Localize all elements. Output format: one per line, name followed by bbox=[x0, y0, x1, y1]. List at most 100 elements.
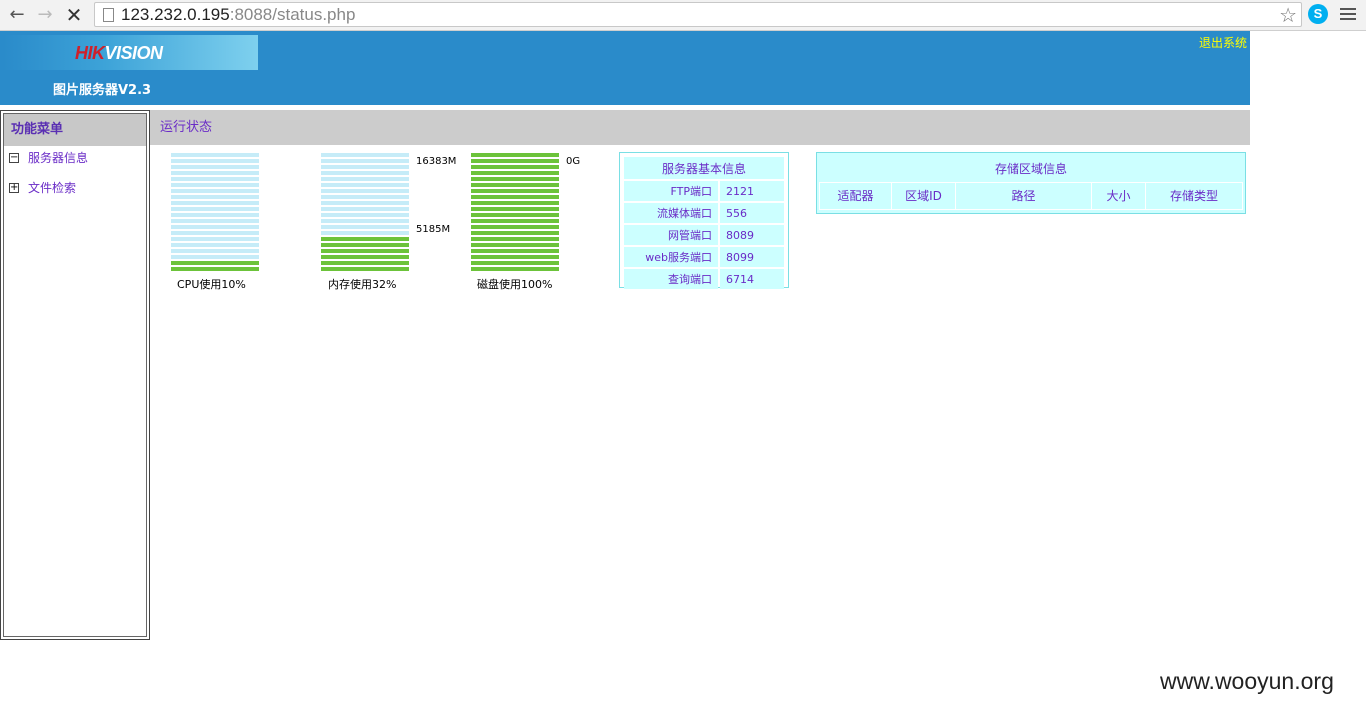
gauge-segment bbox=[171, 243, 259, 247]
table-row: 流媒体端口 556 bbox=[624, 203, 784, 223]
table-row: web服务端口 8099 bbox=[624, 247, 784, 267]
info-value: 556 bbox=[720, 203, 784, 223]
gauge-segment bbox=[171, 231, 259, 235]
gauge-segment bbox=[471, 249, 559, 253]
browser-toolbar: ← → ✕ 123.232.0.195:8088/status.php ☆ S bbox=[0, 0, 1366, 31]
gauge-segment bbox=[471, 195, 559, 199]
gauge-segment bbox=[321, 165, 409, 169]
gauge-segment bbox=[171, 189, 259, 193]
gauge-segment bbox=[471, 177, 559, 181]
table-row: 网管端口 8089 bbox=[624, 225, 784, 245]
logo-text-hik: HIK bbox=[75, 43, 105, 63]
gauge-segment bbox=[171, 183, 259, 187]
sidebar-panel: 功能菜单 − 服务器信息 + 文件检索 bbox=[3, 113, 147, 637]
sidebar: 功能菜单 − 服务器信息 + 文件检索 bbox=[0, 110, 150, 640]
gauge-segment bbox=[171, 237, 259, 241]
cpu-usage-gauge bbox=[171, 153, 259, 271]
gauge-segment bbox=[321, 225, 409, 229]
info-value: 6714 bbox=[720, 269, 784, 289]
gauge-segment bbox=[321, 213, 409, 217]
sidebar-item-file-search[interactable]: + 文件检索 bbox=[4, 179, 146, 209]
sidebar-item-server-info[interactable]: − 服务器信息 bbox=[4, 149, 146, 179]
memory-used-value: 5185M bbox=[416, 224, 451, 235]
gauge-segment bbox=[321, 255, 409, 259]
info-value: 8099 bbox=[720, 247, 784, 267]
logout-link[interactable]: 退出系统 bbox=[1199, 34, 1247, 51]
page-header: HIKVISION 图片服务器V2.3 退出系统 bbox=[0, 31, 1250, 105]
stop-icon[interactable]: ✕ bbox=[63, 4, 85, 26]
server-info-table: 服务器基本信息 FTP端口 2121 流媒体端口 556 网管端口 8089 web服… bbox=[619, 152, 789, 289]
cpu-usage-label: CPU使用10% bbox=[177, 278, 246, 291]
info-value: 8089 bbox=[720, 225, 784, 245]
memory-usage-gauge bbox=[321, 153, 409, 271]
gauge-segment bbox=[471, 171, 559, 175]
logo-text-rest: VISION bbox=[104, 43, 164, 63]
gauge-segment bbox=[171, 195, 259, 199]
disk-usage-label: 磁盘使用100% bbox=[477, 278, 553, 291]
gauge-segment bbox=[471, 201, 559, 205]
column-header-storage-type: 存储类型 bbox=[1145, 181, 1243, 210]
gauge-segment bbox=[171, 165, 259, 169]
app-title: 图片服务器V2.3 bbox=[53, 83, 152, 98]
storage-info-table: 存储区域信息 适配器 区域ID 路径 大小 存储类型 bbox=[816, 152, 1246, 214]
page-icon bbox=[103, 8, 114, 22]
gauge-segment bbox=[321, 171, 409, 175]
column-header-adapter: 适配器 bbox=[819, 181, 892, 210]
gauge-segment bbox=[171, 267, 259, 271]
memory-usage-label: 内存使用32% bbox=[328, 278, 397, 291]
gauge-segment bbox=[471, 153, 559, 157]
gauge-segment bbox=[171, 255, 259, 259]
gauge-segment bbox=[171, 207, 259, 211]
gauge-segment bbox=[321, 219, 409, 223]
gauge-segment bbox=[171, 219, 259, 223]
info-key: 查询端口 bbox=[624, 269, 718, 289]
gauge-segment bbox=[471, 183, 559, 187]
gauge-segment bbox=[171, 225, 259, 229]
gauge-segment bbox=[321, 195, 409, 199]
gauge-segment bbox=[171, 201, 259, 205]
sidebar-item-label: 服务器信息 bbox=[28, 151, 89, 165]
hikvision-logo: HIKVISION bbox=[3, 35, 258, 70]
gauge-segment bbox=[471, 243, 559, 247]
server-info-title: 服务器基本信息 bbox=[624, 157, 784, 179]
skype-extension-icon[interactable]: S bbox=[1308, 4, 1328, 24]
gauge-segment bbox=[321, 207, 409, 211]
gauge-segment bbox=[171, 177, 259, 181]
info-value: 2121 bbox=[720, 181, 784, 201]
gauge-segment bbox=[471, 207, 559, 211]
sidebar-title: 功能菜单 bbox=[4, 114, 146, 146]
gauge-segment bbox=[321, 183, 409, 187]
gauge-segment bbox=[471, 225, 559, 229]
expand-icon[interactable]: + bbox=[9, 183, 19, 193]
url-text[interactable]: 123.232.0.195:8088/status.php bbox=[121, 5, 355, 25]
info-key: web服务端口 bbox=[624, 247, 718, 267]
gauge-segment bbox=[471, 255, 559, 259]
gauge-segment bbox=[171, 213, 259, 217]
gauge-segment bbox=[321, 237, 409, 241]
gauge-segment bbox=[471, 189, 559, 193]
browser-menu-icon[interactable] bbox=[1340, 8, 1356, 23]
storage-info-title: 存储区域信息 bbox=[994, 161, 1067, 176]
url-host: 123.232.0.195 bbox=[121, 5, 230, 24]
back-arrow-icon[interactable]: ← bbox=[6, 4, 28, 26]
collapse-icon[interactable]: − bbox=[9, 153, 19, 163]
gauge-segment bbox=[471, 267, 559, 271]
gauge-segment bbox=[471, 219, 559, 223]
gauge-segment bbox=[171, 171, 259, 175]
bookmark-star-icon[interactable]: ☆ bbox=[1279, 3, 1297, 27]
forward-arrow-icon[interactable]: → bbox=[34, 4, 56, 26]
info-key: FTP端口 bbox=[624, 181, 718, 201]
disk-usage-gauge bbox=[471, 153, 559, 271]
gauge-segment bbox=[321, 153, 409, 157]
watermark: www.wooyun.org bbox=[1160, 668, 1334, 694]
gauge-segment bbox=[471, 165, 559, 169]
table-row: 查询端口 6714 bbox=[624, 269, 784, 289]
gauge-segment bbox=[321, 177, 409, 181]
gauge-segment bbox=[321, 231, 409, 235]
gauge-segment bbox=[321, 243, 409, 247]
gauge-segment bbox=[321, 267, 409, 271]
address-bar[interactable]: 123.232.0.195:8088/status.php ☆ bbox=[94, 2, 1302, 27]
gauge-segment bbox=[471, 213, 559, 217]
table-row: FTP端口 2121 bbox=[624, 181, 784, 201]
gauge-segment bbox=[171, 159, 259, 163]
